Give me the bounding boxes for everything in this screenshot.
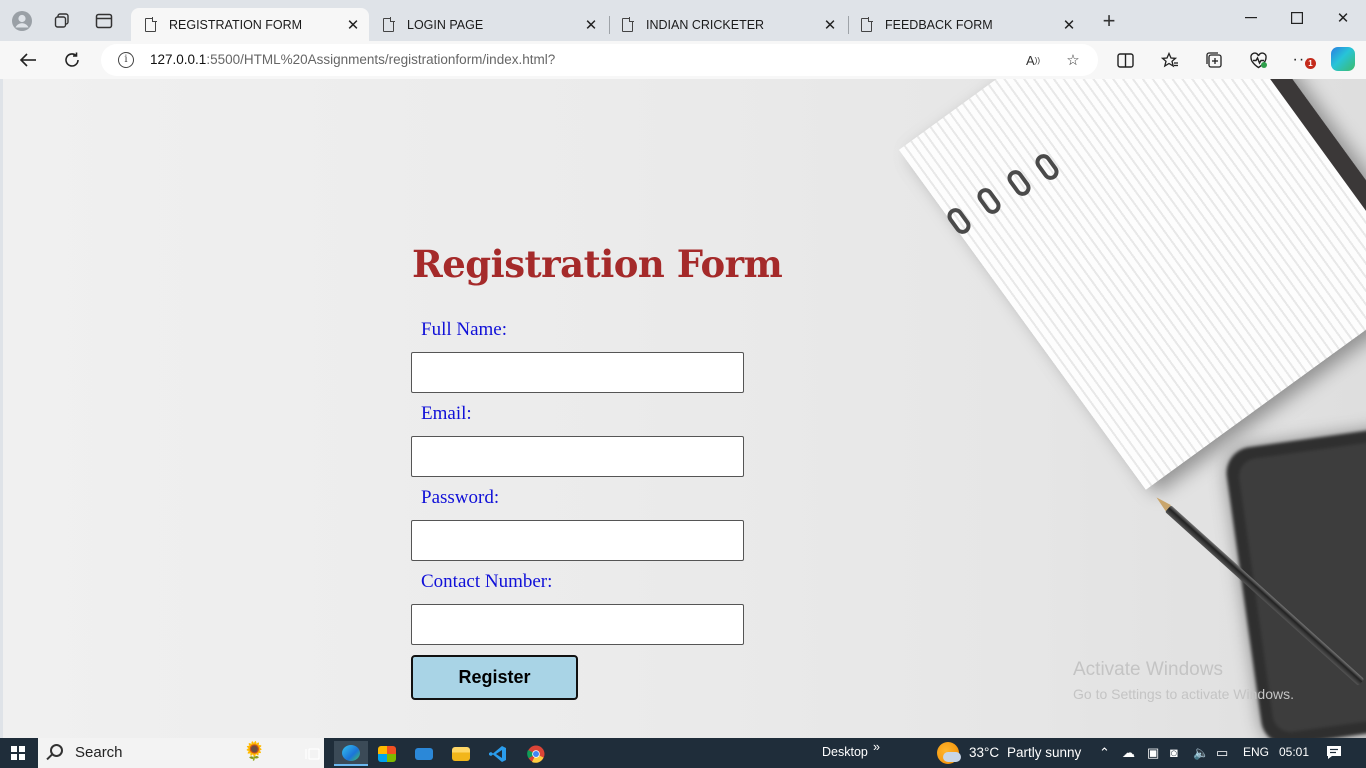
tab-feedback-form[interactable]: FEEDBACK FORM ✕	[847, 8, 1085, 41]
watermark-subtitle: Go to Settings to activate Windows.	[1073, 686, 1294, 702]
tab-label: FEEDBACK FORM	[885, 17, 993, 32]
full-name-label: Full Name:	[421, 319, 508, 340]
email-field[interactable]	[411, 436, 744, 477]
tab-indian-cricketer[interactable]: INDIAN CRICKETER ✕	[608, 8, 846, 41]
tab-label: INDIAN CRICKETER	[646, 17, 765, 32]
activate-windows-watermark: Activate Windows Go to Settings to activ…	[1073, 659, 1294, 702]
weather-temperature[interactable]: 33°C	[969, 745, 999, 760]
page-icon	[145, 17, 157, 32]
task-view-icon[interactable]	[296, 741, 330, 766]
tab-strip: REGISTRATION FORM ✕ LOGIN PAGE ✕ INDIAN …	[0, 0, 1366, 41]
back-arrow-icon[interactable]	[15, 48, 41, 72]
password-label: Password:	[421, 487, 500, 508]
tab-login-page[interactable]: LOGIN PAGE ✕	[369, 8, 607, 41]
windows-start-icon[interactable]	[11, 746, 25, 760]
mail-icon[interactable]	[407, 741, 441, 766]
taskbar: Search 🌻 Desktop » 33°C Partly sunny ⌃ ☁…	[0, 738, 1366, 768]
close-window-icon[interactable]: ✕	[1320, 4, 1366, 32]
search-highlight-icon: 🌻	[243, 741, 266, 761]
contact-number-label: Contact Number:	[421, 571, 553, 592]
tab-label: REGISTRATION FORM	[169, 17, 303, 32]
volume-icon[interactable]: 🔈	[1193, 745, 1209, 761]
desktop-toolbar-label[interactable]: Desktop	[822, 745, 868, 759]
collections-icon[interactable]	[1201, 48, 1227, 72]
close-icon[interactable]: ✕	[1059, 15, 1079, 35]
url-text[interactable]: 127.0.0.1:5500/HTML%20Assignments/regist…	[150, 52, 555, 67]
full-name-field[interactable]	[411, 352, 744, 393]
search-icon	[50, 744, 63, 757]
language-indicator[interactable]: ENG	[1243, 745, 1269, 759]
watermark-title: Activate Windows	[1073, 659, 1223, 680]
split-screen-icon[interactable]	[1112, 48, 1138, 72]
page-icon	[622, 17, 634, 32]
clock[interactable]: 05:01	[1279, 745, 1309, 759]
meet-now-icon[interactable]: ▣	[1147, 745, 1159, 761]
notebook-image	[898, 79, 1366, 490]
address-bar[interactable]: i 127.0.0.1:5500/HTML%20Assignments/regi…	[101, 44, 1098, 76]
tab-registration-form[interactable]: REGISTRATION FORM ✕	[131, 8, 369, 41]
url-host: 127.0.0.1	[150, 52, 207, 67]
store-icon[interactable]	[370, 741, 404, 766]
minimize-icon[interactable]	[1228, 4, 1274, 32]
register-button[interactable]: Register	[411, 655, 578, 700]
close-icon[interactable]: ✕	[581, 15, 601, 35]
plus-icon[interactable]: +	[1098, 8, 1120, 33]
page-icon	[861, 17, 873, 32]
notifications-icon[interactable]	[1326, 745, 1342, 763]
file-explorer-icon[interactable]	[444, 741, 478, 766]
battery-icon[interactable]: ▭	[1216, 745, 1228, 761]
password-field[interactable]	[411, 520, 744, 561]
contact-number-field[interactable]	[411, 604, 744, 645]
email-label: Email:	[421, 403, 472, 424]
chevron-right-icon[interactable]: »	[873, 740, 880, 754]
close-icon[interactable]: ✕	[820, 15, 840, 35]
weather-description[interactable]: Partly sunny	[1007, 745, 1081, 760]
favorites-icon[interactable]	[1157, 48, 1183, 72]
notebook-rings	[943, 150, 1083, 247]
workspaces-icon[interactable]	[51, 10, 73, 32]
maximize-icon[interactable]	[1274, 4, 1320, 32]
tab-actions-icon[interactable]	[93, 10, 115, 32]
close-icon[interactable]: ✕	[343, 15, 363, 35]
camera-icon[interactable]: ◙	[1170, 745, 1178, 760]
chrome-icon[interactable]	[519, 741, 553, 766]
star-icon[interactable]: ☆	[1063, 50, 1083, 70]
edge-icon[interactable]	[334, 741, 368, 766]
cloud-sync-icon[interactable]: ☁	[1122, 745, 1135, 761]
read-aloud-icon[interactable]: A))	[1023, 50, 1043, 70]
search-label: Search	[75, 744, 123, 761]
site-info-icon[interactable]: i	[118, 52, 134, 68]
copilot-icon[interactable]	[1331, 47, 1355, 71]
page-icon	[383, 17, 395, 32]
vscode-icon[interactable]	[481, 741, 515, 766]
heart-pulse-icon[interactable]	[1245, 48, 1271, 72]
page-title: Registration Form	[412, 242, 783, 286]
weather-icon[interactable]	[937, 742, 961, 764]
tab-label: LOGIN PAGE	[407, 17, 484, 32]
page-viewport: Registration Form Full Name: Email: Pass…	[3, 79, 1366, 738]
url-path: :5500/HTML%20Assignments/registrationfor…	[206, 52, 556, 67]
profile-icon[interactable]	[11, 10, 33, 32]
address-toolbar: i 127.0.0.1:5500/HTML%20Assignments/regi…	[0, 41, 1366, 79]
taskbar-search[interactable]: Search 🌻	[38, 738, 324, 768]
notification-badge: 1	[1305, 58, 1316, 69]
refresh-icon[interactable]	[59, 48, 85, 72]
chevron-up-icon[interactable]: ⌃	[1099, 745, 1110, 761]
